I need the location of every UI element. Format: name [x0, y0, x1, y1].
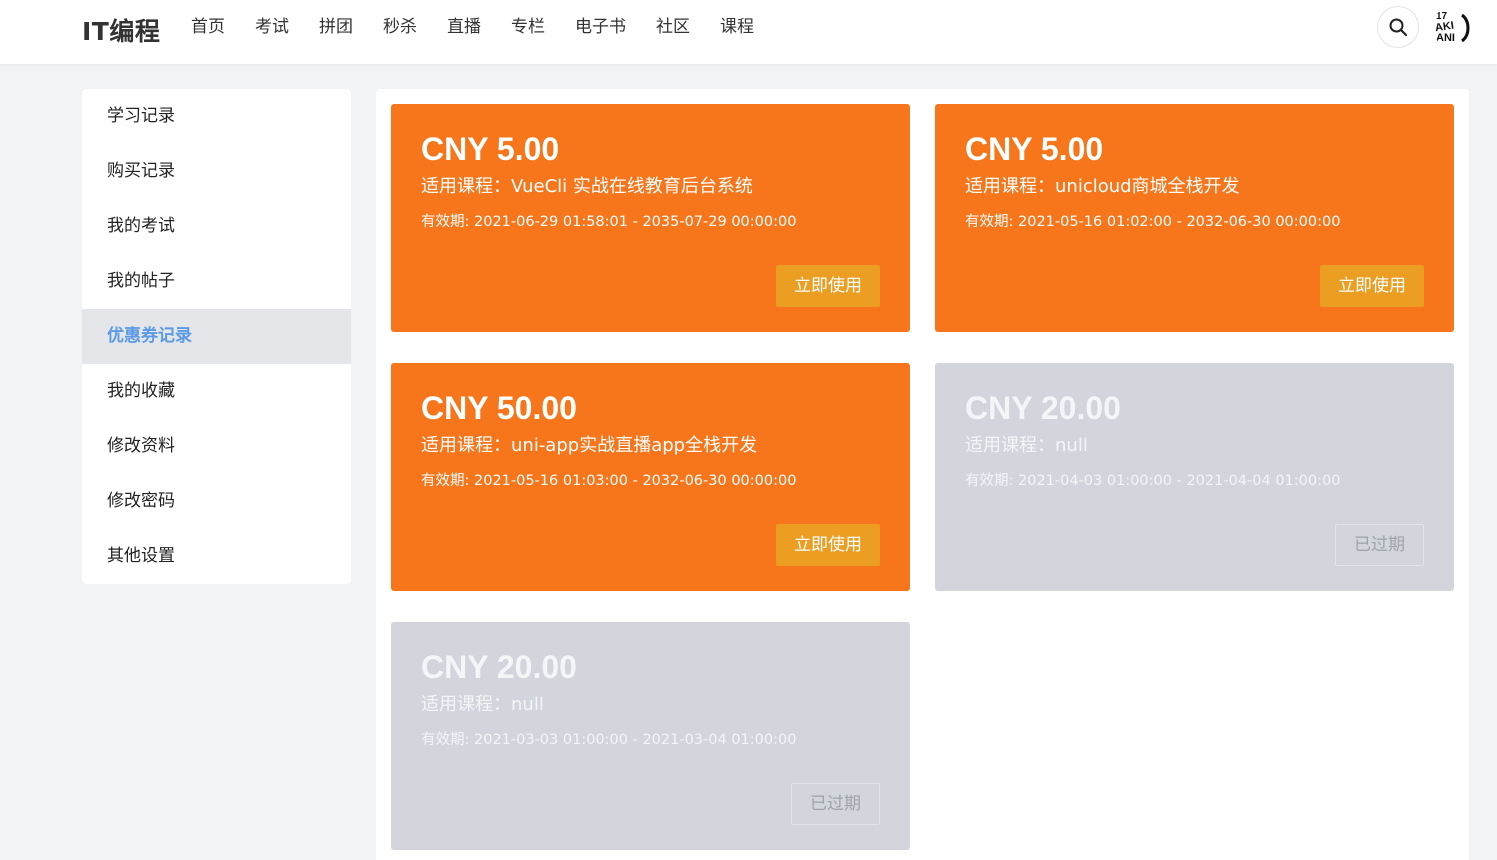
coupon-validity: 有效期: 2021-03-03 01:00:00 - 2021-03-04 01… [421, 732, 797, 748]
expired-button: 已过期 [1335, 524, 1424, 566]
sidebar-menu: 学习记录 购买记录 我的考试 我的帖子 优惠券记录 我的收藏 修改资料 修改密码… [82, 89, 351, 584]
coupon-course: 适用课程：null [421, 694, 544, 715]
coupon-card-expired: CNY 20.00 适用课程：null 有效期: 2021-03-03 01:0… [391, 622, 910, 850]
coupon-amount: CNY 20.00 [965, 390, 1121, 426]
nav-item-exam[interactable]: 考试 [255, 15, 289, 39]
sidebar-item-my-favorites[interactable]: 我的收藏 [82, 364, 351, 419]
search-icon [1389, 18, 1408, 37]
coupon-amount: CNY 5.00 [965, 131, 1104, 167]
sidebar-item-purchase-records[interactable]: 购买记录 [82, 144, 351, 199]
coupon-card-expired: CNY 20.00 适用课程：null 有效期: 2021-04-03 01:0… [935, 363, 1454, 591]
nav-item-course[interactable]: 课程 [720, 15, 754, 39]
user-avatar[interactable]: 17 AKI ANI [1432, 7, 1472, 47]
sidebar-item-edit-profile[interactable]: 修改资料 [82, 419, 351, 474]
sidebar-item-study-records[interactable]: 学习记录 [82, 89, 351, 144]
use-now-button[interactable]: 立即使用 [776, 524, 880, 566]
sidebar-item-my-posts[interactable]: 我的帖子 [82, 254, 351, 309]
sidebar-item-coupon-records[interactable]: 优惠券记录 [82, 309, 351, 364]
nav-item-live[interactable]: 直播 [447, 15, 481, 39]
expired-button: 已过期 [791, 783, 880, 825]
coupon-card: CNY 5.00 适用课程：unicloud商城全栈开发 有效期: 2021-0… [935, 104, 1454, 332]
coupon-card: CNY 5.00 适用课程：VueCli 实战在线教育后台系统 有效期: 202… [391, 104, 910, 332]
coupon-list-panel: CNY 5.00 适用课程：VueCli 实战在线教育后台系统 有效期: 202… [376, 89, 1469, 860]
use-now-button[interactable]: 立即使用 [1320, 265, 1424, 307]
avatar-logo: 17 AKI ANI [1434, 11, 1470, 44]
coupon-course: 适用课程：VueCli 实战在线教育后台系统 [421, 176, 753, 197]
search-button[interactable] [1377, 6, 1419, 48]
nav-item-flash-sale[interactable]: 秒杀 [383, 15, 417, 39]
nav-item-ebook[interactable]: 电子书 [575, 15, 626, 39]
coupon-course: 适用课程：unicloud商城全栈开发 [965, 176, 1240, 197]
nav-item-group-buy[interactable]: 拼团 [319, 15, 353, 39]
svg-text:ANI: ANI [1436, 32, 1455, 44]
coupon-course: 适用课程：null [965, 435, 1088, 456]
coupon-validity: 有效期: 2021-05-16 01:02:00 - 2032-06-30 00… [965, 214, 1341, 230]
top-navbar: IT编程 首页 考试 拼团 秒杀 直播 专栏 电子书 社区 课程 17 AKI … [0, 0, 1497, 64]
coupon-amount: CNY 5.00 [421, 131, 560, 167]
coupon-amount: CNY 20.00 [421, 649, 577, 685]
use-now-button[interactable]: 立即使用 [776, 265, 880, 307]
sidebar-item-change-password[interactable]: 修改密码 [82, 474, 351, 529]
coupon-card: CNY 50.00 适用课程：uni-app实战直播app全栈开发 有效期: 2… [391, 363, 910, 591]
sidebar-item-other-settings[interactable]: 其他设置 [82, 529, 351, 584]
nav-item-home[interactable]: 首页 [191, 15, 225, 39]
coupon-amount: CNY 50.00 [421, 390, 577, 426]
sidebar-item-my-exams[interactable]: 我的考试 [82, 199, 351, 254]
coupon-validity: 有效期: 2021-04-03 01:00:00 - 2021-04-04 01… [965, 473, 1341, 489]
coupon-validity: 有效期: 2021-05-16 01:03:00 - 2032-06-30 00… [421, 473, 797, 489]
coupon-course: 适用课程：uni-app实战直播app全栈开发 [421, 435, 758, 456]
brand-logo[interactable]: IT编程 [82, 12, 160, 48]
coupon-validity: 有效期: 2021-06-29 01:58:01 - 2035-07-29 00… [421, 214, 797, 230]
nav-item-column[interactable]: 专栏 [511, 15, 545, 39]
main-nav: 首页 考试 拼团 秒杀 直播 专栏 电子书 社区 课程 [191, 15, 784, 39]
nav-item-community[interactable]: 社区 [656, 15, 690, 39]
